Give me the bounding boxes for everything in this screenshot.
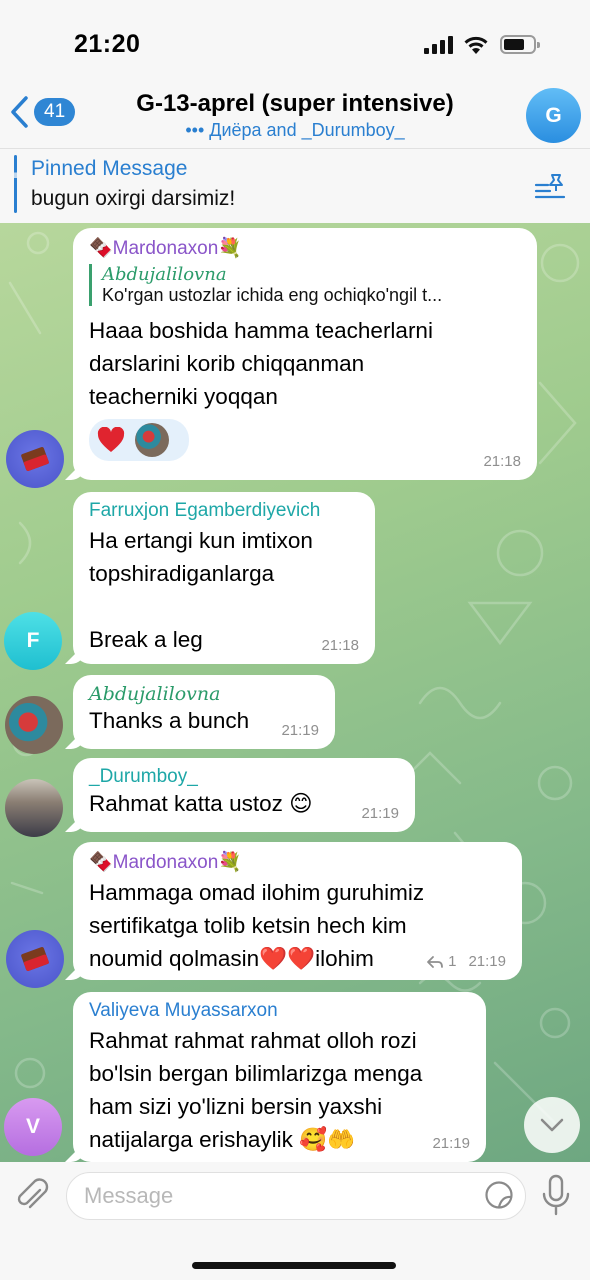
reply-text: Ko'rgan ustozlar ichida eng ochiqko'ngil… (102, 285, 443, 305)
sender-name[interactable]: Abdujalilovna (89, 683, 319, 705)
message-text-line: Ha ertangi kun imtixon (89, 528, 313, 553)
message-time: 21:19 (281, 722, 319, 739)
sender-avatar[interactable]: V (4, 1098, 62, 1156)
pinned-title: Pinned Message (31, 157, 188, 180)
group-avatar[interactable]: G (526, 88, 581, 143)
message-text-line (89, 590, 359, 623)
heart-reaction-icon[interactable] (97, 427, 125, 453)
message-text-line: topshiradiganlarga (89, 561, 275, 586)
message-text-line: teacherniki yoqqan (89, 384, 278, 409)
pinned-list-icon[interactable] (534, 171, 568, 199)
message-text-line: sertifikatga tolib ketsin hech kim (89, 913, 407, 938)
pinned-indicator (14, 155, 17, 213)
message-input[interactable]: Message (66, 1172, 526, 1220)
scroll-down-button[interactable] (524, 1097, 580, 1153)
typing-status: ••• Диёра and _Durumboy_ (185, 120, 405, 140)
message-bubble[interactable]: Valiyeva Muyassarxon Rahmat rahmat rahma… (73, 992, 486, 1162)
chat-header: 41 G-13-aprel (super intensive) ••• Диёр… (0, 80, 590, 148)
microphone-icon[interactable] (540, 1174, 572, 1216)
paperclip-icon[interactable] (14, 1176, 50, 1214)
forward-icon (427, 955, 444, 968)
sender-name[interactable]: Farruxjon Egamberdiyevich (89, 500, 359, 522)
sender-name[interactable]: 🍫Mardonaxon💐 (89, 236, 521, 260)
reply-sender: Abdujalilovna (102, 264, 227, 285)
message-bubble[interactable]: _Durumboy_ Rahmat katta ustoz 😊 21:19 (73, 758, 415, 832)
message-time: 21:19 (432, 1135, 470, 1152)
message-bubble[interactable]: Farruxjon Egamberdiyevich Ha ertangi kun… (73, 492, 375, 664)
message-time: 21:18 (321, 637, 359, 654)
home-indicator (192, 1262, 396, 1269)
status-time: 21:20 (74, 30, 141, 58)
message-bubble[interactable]: Abdujalilovna Thanks a bunch 21:19 (73, 675, 335, 749)
message-bubble[interactable]: 🍫Mardonaxon💐 Hammaga omad ilohim guruhim… (73, 842, 522, 980)
pinned-message-bar[interactable]: Pinned Message bugun oxirgi darsimiz! (0, 148, 590, 223)
sticker-icon[interactable] (484, 1180, 514, 1210)
chat-title[interactable]: G-13-aprel (super intensive) (0, 90, 590, 118)
pinned-text: bugun oxirgi darsimiz! (31, 187, 236, 210)
battery-icon (500, 35, 540, 54)
sender-avatar[interactable] (5, 696, 63, 754)
sender-name[interactable]: Valiyeva Muyassarxon (89, 1000, 470, 1022)
chevron-down-icon (540, 1118, 564, 1132)
message-text-line: Break a leg (89, 627, 203, 652)
reactor-avatar (135, 423, 169, 457)
message-text-line: Rahmat katta ustoz 😊 (89, 791, 313, 816)
wifi-icon (464, 36, 488, 54)
reply-count: 1 (448, 953, 457, 970)
message-text-line: Haaa boshida hamma teacherlarni (89, 318, 433, 343)
cellular-signal-icon (424, 36, 454, 54)
reactions[interactable] (89, 419, 189, 461)
message-text-line: ham sizi yo'lizni bersin yaxshi (89, 1094, 383, 1119)
message-bubble[interactable]: 🍫Mardonaxon💐 Abdujalilovna Ko'rgan ustoz… (73, 228, 537, 480)
reply-quote[interactable]: Abdujalilovna Ko'rgan ustozlar ichida en… (89, 264, 521, 306)
message-text-line: natijalarga erishaylik 🥰🤲 (89, 1127, 356, 1152)
message-time: 21:18 (483, 453, 521, 470)
message-text-line: darslarini korib chiqqanman (89, 351, 365, 376)
message-time: 21:19 (361, 805, 399, 822)
chat-area[interactable]: 🍫Mardonaxon💐 Abdujalilovna Ko'rgan ustoz… (0, 223, 590, 1162)
chocolate-icon (21, 447, 49, 471)
message-input-bar: Message (0, 1162, 590, 1280)
sender-avatar[interactable] (6, 930, 64, 988)
sender-name[interactable]: 🍫Mardonaxon💐 (89, 850, 506, 874)
sender-avatar[interactable]: F (4, 612, 62, 670)
message-text-line: bo'lsin bergan bilimlarizga menga (89, 1061, 423, 1086)
status-bar: 21:20 (0, 0, 590, 80)
sender-name[interactable]: _Durumboy_ (89, 766, 399, 788)
message-text-line: Hammaga omad ilohim guruhimiz (89, 880, 425, 905)
message-time-text: 21:19 (468, 953, 506, 970)
sender-avatar[interactable] (6, 430, 64, 488)
sender-avatar[interactable] (5, 779, 63, 837)
message-text-line: Rahmat rahmat rahmat olloh rozi (89, 1028, 417, 1053)
message-time: 1 21:19 (426, 953, 506, 970)
chocolate-icon (21, 947, 49, 971)
